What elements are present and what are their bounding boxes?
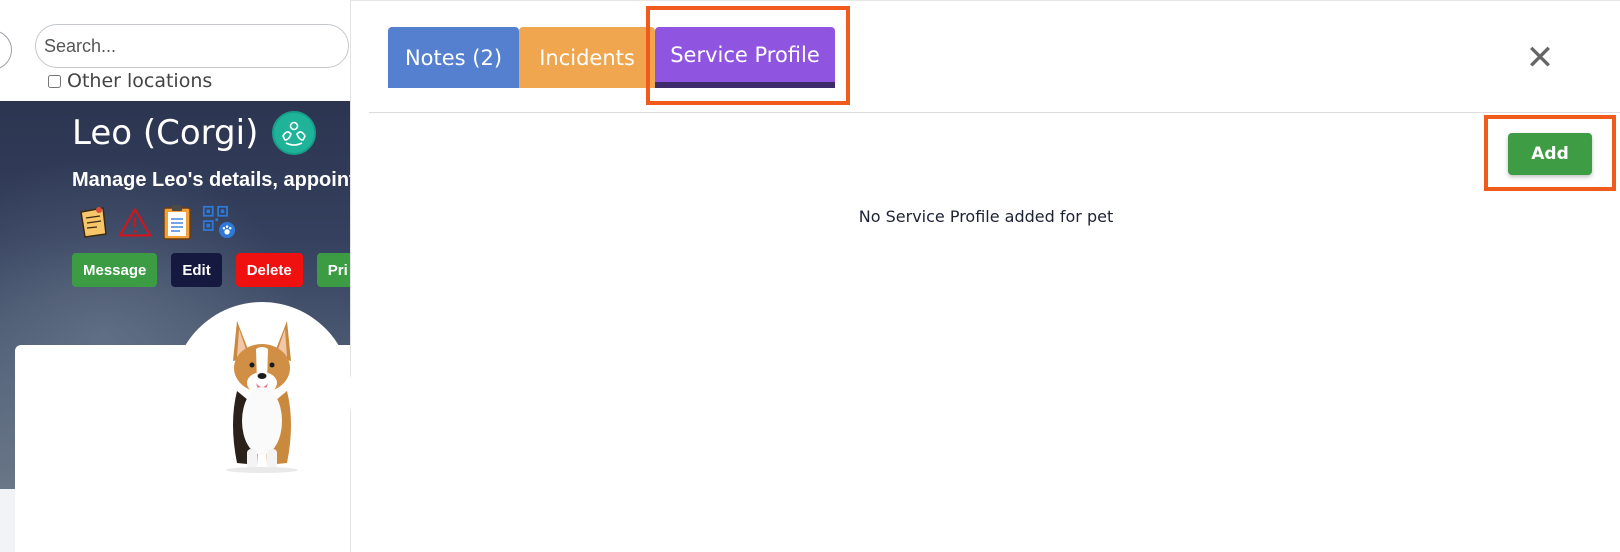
tab-incidents[interactable]: Incidents — [519, 27, 655, 88]
page-gutter — [0, 489, 15, 552]
round-button[interactable] — [0, 30, 12, 70]
dog-grooming-icon[interactable] — [272, 111, 317, 155]
tab-notes[interactable]: Notes (2) — [388, 27, 519, 88]
add-service-profile-button[interactable]: Add — [1508, 133, 1592, 175]
edit-button[interactable]: Edit — [171, 253, 222, 287]
pricing-button[interactable]: Pri — [316, 253, 350, 287]
other-locations-checkbox[interactable] — [48, 74, 61, 88]
message-button[interactable]: Message — [72, 253, 158, 287]
warning-triangle-icon[interactable] — [118, 203, 152, 241]
pet-action-buttons: Message Edit Delete Pri — [72, 253, 350, 287]
search-bar: Other locations — [0, 0, 350, 102]
other-locations-label: Other locations — [67, 70, 213, 92]
pet-status-icons — [76, 203, 236, 241]
pet-title: Leo (Corgi) — [72, 113, 259, 153]
delete-button[interactable]: Delete — [235, 253, 303, 287]
other-locations-option[interactable]: Other locations — [48, 70, 212, 92]
tabs-divider — [369, 112, 1620, 113]
pet-detail-page: Other locations Leo (Corgi) Manage Leo's… — [0, 0, 355, 552]
sticky-note-icon[interactable] — [76, 203, 110, 241]
search-input[interactable] — [35, 24, 349, 68]
screen: Other locations Leo (Corgi) Manage Leo's… — [0, 0, 1620, 552]
pet-title-row: Leo (Corgi) — [72, 111, 317, 155]
corgi-photo — [226, 321, 298, 473]
tab-service-profile[interactable]: Service Profile — [655, 27, 835, 88]
pet-avatar — [172, 302, 352, 484]
modal-tabs: Notes (2) Incidents Service Profile — [388, 27, 835, 88]
clipboard-icon[interactable] — [160, 203, 194, 241]
pet-subtitle: Manage Leo's details, appoint — [72, 169, 350, 191]
pet-records-modal: Notes (2) Incidents Service Profile ✕ Ad… — [350, 0, 1620, 552]
empty-state-message: No Service Profile added for pet — [858, 207, 1114, 226]
close-icon[interactable]: ✕ — [1525, 41, 1555, 75]
qr-paw-icon[interactable] — [202, 203, 236, 241]
